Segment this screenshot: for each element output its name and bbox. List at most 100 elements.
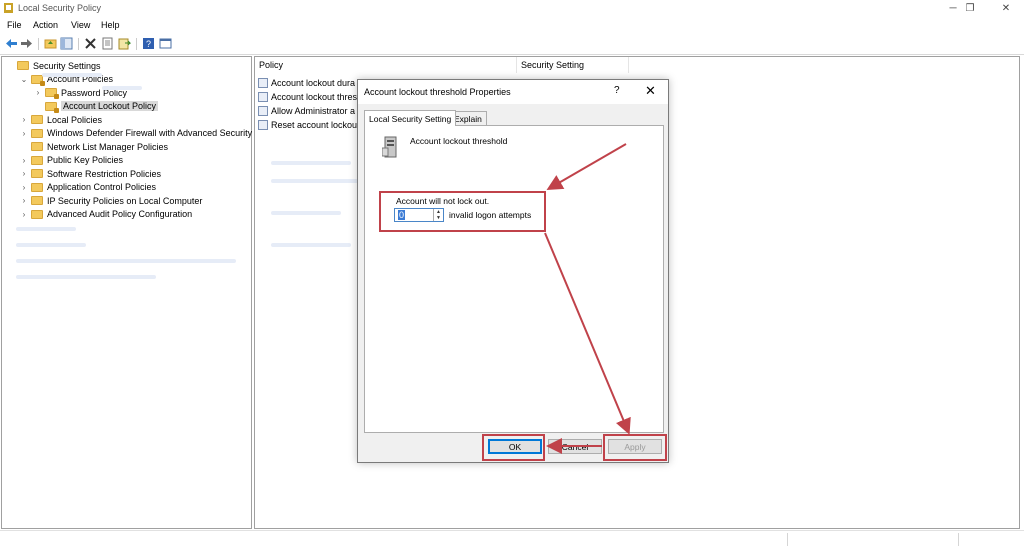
security-settings-icon — [17, 61, 29, 70]
toolbar-separator — [38, 38, 39, 50]
blur-artifact — [16, 227, 76, 231]
expand-arrow-icon[interactable]: › — [20, 169, 28, 178]
folder-icon — [45, 88, 59, 99]
restore-icon: ❐ — [965, 3, 975, 14]
expand-arrow-icon[interactable]: › — [20, 156, 28, 165]
menu-help[interactable]: Help — [101, 20, 120, 30]
tab-local-security-setting[interactable]: Local Security Setting — [364, 110, 457, 126]
column-header-policy[interactable]: Policy — [255, 57, 517, 73]
blur-artifact — [16, 275, 156, 279]
folder-icon — [31, 155, 43, 165]
up-folder-icon[interactable] — [44, 37, 57, 50]
tab-panel: Account lockout threshold Account will n… — [364, 125, 664, 433]
title-bar: Local Security Policy ─ ❐ ✕ — [0, 0, 1024, 17]
export-list-icon[interactable] — [118, 37, 131, 50]
threshold-highlight-box — [379, 191, 546, 232]
blur-artifact — [16, 259, 236, 263]
column-header-policy-label: Policy — [259, 60, 284, 70]
svg-text:?: ? — [146, 39, 151, 49]
folder-icon — [45, 101, 59, 113]
tree-item[interactable]: › Application Control Policies — [20, 181, 156, 194]
column-header-security-setting[interactable]: Security Setting — [517, 57, 629, 73]
policy-row-label: Allow Administrator a — [271, 105, 356, 116]
tree-item-label: Public Key Policies — [47, 155, 124, 165]
policy-row[interactable]: Account lockout thres — [258, 90, 357, 103]
tree-item[interactable]: › Software Restriction Policies — [20, 167, 161, 180]
folder-icon — [31, 209, 43, 219]
help-icon[interactable]: ? — [142, 37, 155, 50]
policy-row[interactable]: Allow Administrator a — [258, 104, 355, 117]
folder-icon — [31, 182, 43, 192]
expand-arrow-icon[interactable]: › — [20, 196, 28, 205]
policy-row-label: Account lockout dura — [271, 77, 356, 88]
server-icon — [382, 136, 397, 158]
close-window-button[interactable]: ✕ — [991, 0, 1021, 17]
show-hide-tree-icon[interactable] — [60, 37, 73, 50]
cancel-button[interactable]: Cancel — [548, 439, 602, 454]
folder-icon — [31, 169, 43, 178]
expand-arrow-icon[interactable]: › — [20, 210, 28, 219]
tree-item-label: Local Policies — [47, 114, 103, 125]
column-header-security-setting-label: Security Setting — [521, 60, 585, 70]
folder-icon — [31, 196, 43, 205]
dialog-close-button[interactable]: ✕ — [645, 83, 656, 99]
toolbar: ? — [0, 34, 1024, 55]
close-icon: ✕ — [1001, 3, 1011, 14]
policy-icon — [258, 91, 268, 102]
policy-row[interactable]: Reset account lockout — [258, 118, 360, 131]
forward-icon[interactable] — [20, 37, 33, 50]
policy-icon — [258, 77, 268, 88]
tree-item[interactable]: › IP Security Policies on Local Computer — [20, 194, 203, 207]
tree-item[interactable]: Security Settings — [6, 59, 101, 72]
setting-name: Account lockout threshold — [410, 136, 508, 146]
status-bar — [0, 530, 1024, 547]
policy-icon — [258, 105, 268, 116]
tree-item[interactable]: Network List Manager Policies — [20, 140, 168, 153]
menu-view[interactable]: View — [71, 20, 90, 30]
delete-icon[interactable] — [84, 37, 97, 50]
expand-arrow-icon[interactable]: › — [20, 129, 28, 138]
ok-highlight-box — [482, 434, 545, 461]
restore-button[interactable]: ❐ — [955, 0, 985, 17]
folder-icon — [31, 142, 43, 151]
back-icon[interactable] — [5, 37, 18, 50]
tab-label: Local Security Setting — [369, 113, 452, 124]
status-separator — [787, 533, 788, 546]
tree-item[interactable]: › Advanced Audit Policy Configuration — [20, 208, 192, 221]
security-policy-icon — [4, 3, 13, 13]
policy-row[interactable]: Account lockout dura — [258, 76, 355, 89]
tree-item[interactable]: › Windows Defender Firewall with Advanced… — [20, 127, 252, 140]
dialog-title-bar: Account lockout threshold Properties ? ✕ — [358, 80, 668, 104]
tree-item-label: Advanced Audit Policy Configuration — [47, 209, 193, 219]
dialog-title: Account lockout threshold Properties — [364, 87, 511, 97]
blur-artifact — [16, 243, 86, 247]
cancel-button-label: Cancel — [561, 441, 589, 452]
blur-artifact — [102, 86, 142, 90]
collapse-arrow-icon[interactable]: ⌄ — [20, 75, 28, 84]
console-tree: Security Settings ⌄ Account Policies › Passw… — [1, 56, 252, 529]
tree-item[interactable]: › Local Policies — [20, 113, 102, 126]
policy-icon — [258, 119, 268, 130]
apply-highlight-box — [603, 434, 667, 461]
tree-item-label: Windows Defender Firewall with Advanced … — [47, 128, 253, 138]
toolbar-separator — [78, 38, 79, 50]
tree-item[interactable]: Account Lockout Policy — [34, 100, 159, 113]
blur-artifact — [42, 73, 102, 77]
status-separator — [958, 533, 959, 546]
menu-file[interactable]: File — [7, 20, 22, 30]
expand-arrow-icon[interactable]: › — [20, 183, 28, 192]
tree-item-label: Software Restriction Policies — [47, 168, 162, 179]
tree-item[interactable]: › Public Key Policies — [20, 154, 123, 167]
dialog-help-button[interactable]: ? — [614, 85, 620, 96]
tab-label: Explain — [454, 113, 482, 124]
blur-artifact — [271, 161, 351, 165]
folder-icon — [31, 115, 43, 124]
menu-action[interactable]: Action — [33, 20, 58, 30]
policy-row-label: Reset account lockout — [271, 119, 360, 130]
expand-arrow-icon[interactable]: › — [20, 115, 28, 124]
expand-arrow-icon[interactable]: › — [34, 88, 42, 97]
blur-artifact — [271, 211, 341, 215]
view-icon[interactable] — [159, 37, 172, 50]
properties-icon[interactable] — [101, 37, 114, 50]
policy-row-label: Account lockout thres — [271, 91, 358, 102]
